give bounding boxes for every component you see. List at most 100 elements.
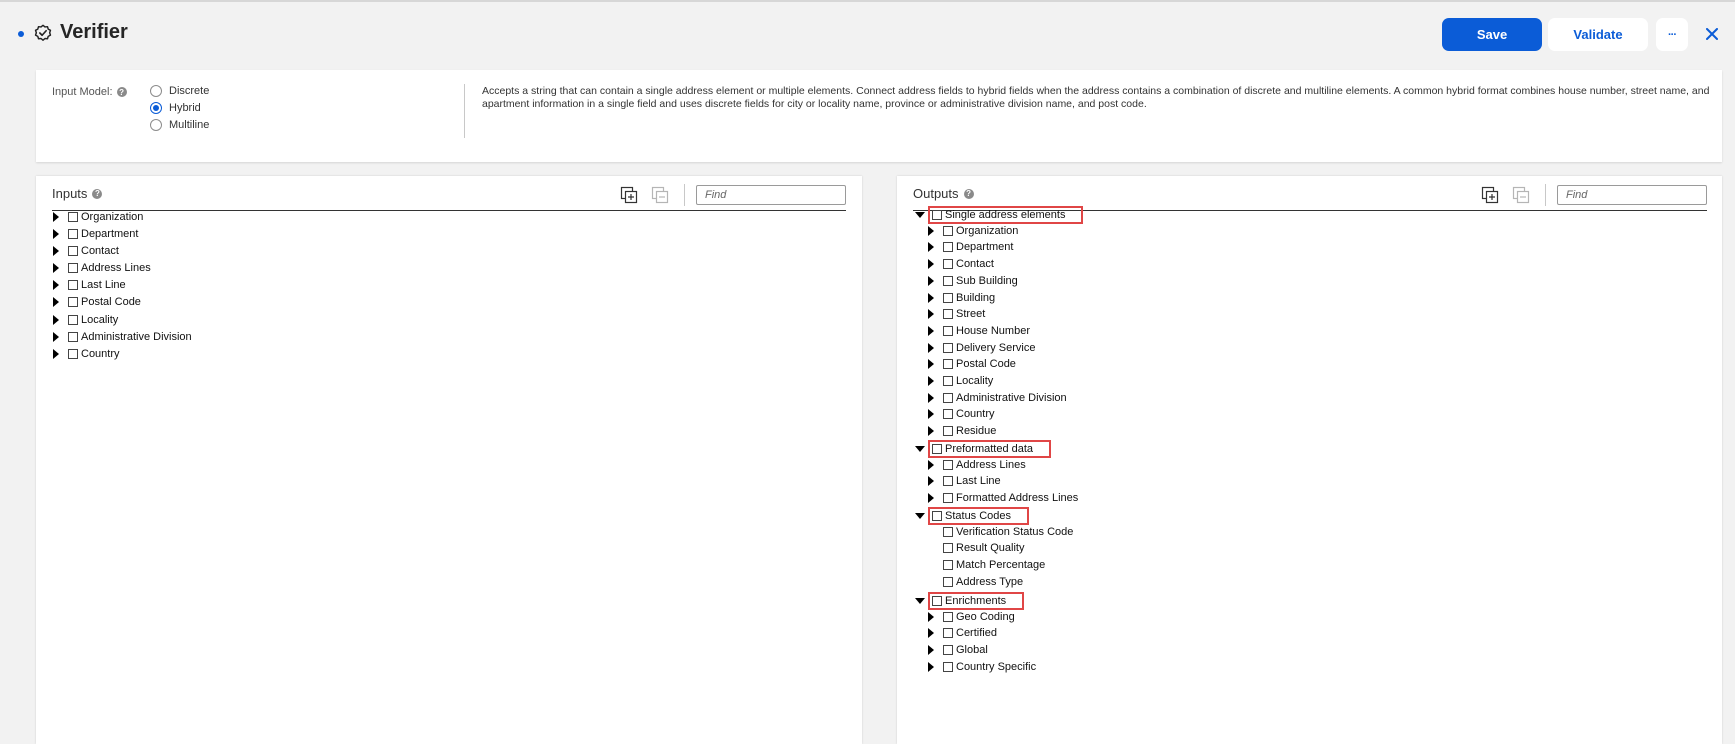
caret-right-icon[interactable] [928, 343, 934, 353]
checkbox[interactable] [68, 315, 78, 325]
expand-toggle[interactable] [928, 612, 942, 622]
expand-toggle[interactable] [928, 276, 942, 286]
expand-toggle[interactable] [928, 309, 942, 319]
expand-toggle[interactable] [928, 376, 942, 386]
inputs-find-input[interactable] [696, 185, 846, 205]
input-tree-item[interactable]: Administrative Division [53, 329, 192, 345]
caret-right-icon[interactable] [53, 263, 59, 273]
checkbox[interactable] [68, 349, 78, 359]
caret-right-icon[interactable] [53, 297, 59, 307]
checkbox[interactable] [943, 628, 953, 638]
caret-right-icon[interactable] [928, 393, 934, 403]
output-tree-item[interactable]: Postal Code [928, 356, 1016, 372]
input-tree-item[interactable]: Postal Code [53, 294, 141, 310]
caret-down-icon[interactable] [915, 513, 925, 519]
expand-toggle[interactable] [53, 263, 67, 273]
expand-toggle[interactable] [928, 628, 942, 638]
expand-toggle[interactable] [928, 426, 942, 436]
caret-right-icon[interactable] [928, 645, 934, 655]
output-tree-item[interactable]: Country [928, 406, 995, 422]
save-button[interactable]: Save [1442, 18, 1542, 51]
checkbox[interactable] [943, 359, 953, 369]
output-tree-item[interactable]: Address Type [928, 574, 1023, 590]
expand-toggle[interactable] [928, 645, 942, 655]
checkbox[interactable] [943, 343, 953, 353]
checkbox[interactable] [943, 409, 953, 419]
output-tree-item[interactable]: Delivery Service [928, 340, 1035, 356]
checkbox[interactable] [68, 246, 78, 256]
checkbox[interactable] [932, 596, 942, 606]
checkbox[interactable] [943, 577, 953, 587]
caret-right-icon[interactable] [928, 612, 934, 622]
checkbox[interactable] [68, 263, 78, 273]
expand-toggle[interactable] [53, 246, 67, 256]
outputs-find-input[interactable] [1557, 185, 1707, 205]
output-tree-item[interactable]: Match Percentage [928, 557, 1045, 573]
input-tree-item[interactable]: Organization [53, 209, 143, 225]
output-tree-item[interactable]: Country Specific [928, 659, 1036, 675]
caret-right-icon[interactable] [928, 409, 934, 419]
output-tree-item[interactable]: Department [928, 239, 1013, 255]
help-icon[interactable]: ? [963, 188, 974, 199]
checkbox[interactable] [943, 460, 953, 470]
radio-hybrid[interactable]: Hybrid [150, 102, 201, 114]
checkbox[interactable] [943, 242, 953, 252]
checkbox[interactable] [943, 276, 953, 286]
caret-right-icon[interactable] [928, 493, 934, 503]
caret-right-icon[interactable] [928, 226, 934, 236]
caret-right-icon[interactable] [928, 376, 934, 386]
caret-right-icon[interactable] [928, 359, 934, 369]
expand-toggle[interactable] [53, 280, 67, 290]
expand-toggle[interactable] [928, 393, 942, 403]
expand-all-icon[interactable] [1481, 186, 1499, 204]
checkbox[interactable] [943, 543, 953, 553]
expand-toggle[interactable] [915, 212, 929, 218]
checkbox[interactable] [943, 326, 953, 336]
caret-right-icon[interactable] [928, 662, 934, 672]
radio-button[interactable] [150, 85, 162, 97]
caret-right-icon[interactable] [928, 460, 934, 470]
caret-right-icon[interactable] [928, 476, 934, 486]
expand-toggle[interactable] [928, 493, 942, 503]
output-tree-item[interactable]: Organization [928, 223, 1018, 239]
radio-multiline[interactable]: Multiline [150, 119, 209, 131]
checkbox[interactable] [943, 645, 953, 655]
output-tree-item[interactable]: Locality [928, 373, 993, 389]
output-tree-item[interactable]: Verification Status Code [928, 524, 1073, 540]
collapse-all-icon[interactable] [651, 186, 669, 204]
caret-right-icon[interactable] [53, 349, 59, 359]
caret-right-icon[interactable] [928, 426, 934, 436]
caret-right-icon[interactable] [928, 259, 934, 269]
validate-button[interactable]: Validate [1548, 18, 1648, 51]
checkbox[interactable] [68, 297, 78, 307]
expand-toggle[interactable] [928, 359, 942, 369]
input-tree-item[interactable]: Contact [53, 243, 119, 259]
caret-down-icon[interactable] [915, 598, 925, 604]
caret-down-icon[interactable] [915, 446, 925, 452]
checkbox[interactable] [943, 376, 953, 386]
checkbox[interactable] [943, 226, 953, 236]
caret-down-icon[interactable] [915, 212, 925, 218]
output-tree-item[interactable]: Formatted Address Lines [928, 490, 1078, 506]
output-group[interactable]: Preformatted data [915, 440, 1052, 458]
expand-toggle[interactable] [928, 460, 942, 470]
expand-toggle[interactable] [928, 242, 942, 252]
caret-right-icon[interactable] [53, 229, 59, 239]
caret-right-icon[interactable] [928, 242, 934, 252]
output-tree-item[interactable]: Geo Coding [928, 609, 1015, 625]
expand-toggle[interactable] [928, 476, 942, 486]
caret-right-icon[interactable] [928, 628, 934, 638]
expand-toggle[interactable] [53, 229, 67, 239]
caret-right-icon[interactable] [53, 315, 59, 325]
output-tree-item[interactable]: Residue [928, 423, 996, 439]
collapse-all-icon[interactable] [1512, 186, 1530, 204]
checkbox[interactable] [68, 212, 78, 222]
output-tree-item[interactable]: Certified [928, 625, 997, 641]
expand-toggle[interactable] [53, 315, 67, 325]
output-tree-item[interactable]: Contact [928, 256, 994, 272]
expand-toggle[interactable] [915, 446, 929, 452]
expand-toggle[interactable] [53, 212, 67, 222]
input-tree-item[interactable]: Country [53, 346, 120, 362]
checkbox[interactable] [68, 332, 78, 342]
expand-toggle[interactable] [928, 326, 942, 336]
